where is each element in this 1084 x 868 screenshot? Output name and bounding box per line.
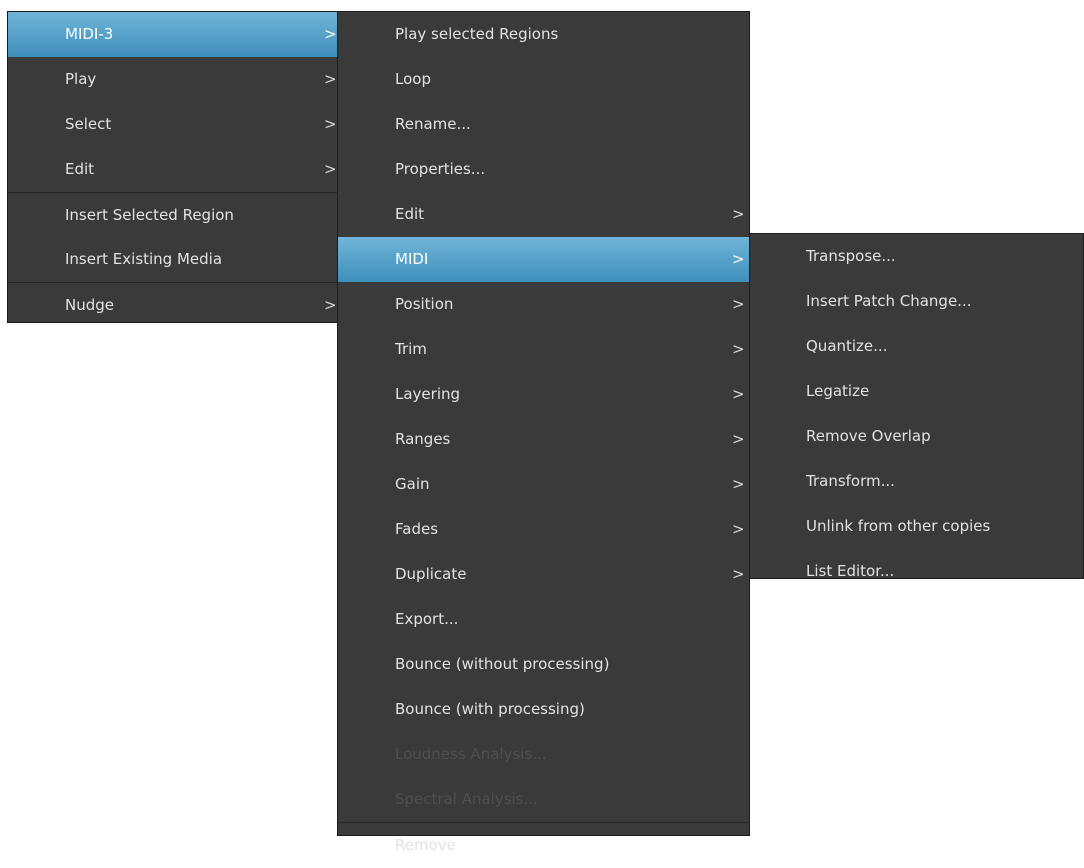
menu-item-label: Trim [395,340,427,358]
menu-item-label: Ranges [395,430,451,448]
menu-item-remove-overlap[interactable]: Remove Overlap [750,414,1083,459]
menu-item-label: Transform... [806,472,895,490]
submenu-arrow-icon: > [324,70,337,88]
menu-item-play-selected-regions[interactable]: Play selected Regions [338,12,749,57]
menu-item-label: Gain [395,475,430,493]
submenu-arrow-icon: > [732,520,745,538]
menu-item-label: Edit [65,160,95,178]
menu-item-fades[interactable]: Fades > [338,507,749,552]
menu-item-properties[interactable]: Properties... [338,147,749,192]
submenu-arrow-icon: > [732,340,745,358]
menu-item-label: Properties... [395,160,486,178]
menu-item-label: Loop [395,70,431,88]
menu-item-list-editor[interactable]: List Editor... [750,549,1083,594]
menu-item-label: Layering [395,385,461,403]
menu-item-label: Spectral Analysis... [395,790,538,808]
menu-item-layering[interactable]: Layering > [338,372,749,417]
menu-item-label: Bounce (with processing) [395,700,585,718]
menu-item-insert-patch-change[interactable]: Insert Patch Change... [750,279,1083,324]
menu-item-label: MIDI [395,250,429,268]
menu-item-trim[interactable]: Trim > [338,327,749,372]
submenu-arrow-icon: > [324,160,337,178]
submenu-arrow-icon: > [732,430,745,448]
menu-item-label: Play selected Regions [395,25,559,43]
submenu-arrow-icon: > [732,295,745,313]
menu-item-unlink-from-other-copies[interactable]: Unlink from other copies [750,504,1083,549]
menu-item-select[interactable]: Select > [8,102,342,147]
submenu-arrow-icon: > [732,565,745,583]
midi-submenu: Transpose... Insert Patch Change... Quan… [749,233,1084,580]
menu-item-label: Play [65,70,97,88]
menu-item-label: Insert Selected Region [65,206,234,224]
menu-item-label: Loudness Analysis... [395,745,547,763]
submenu-arrow-icon: > [732,385,745,403]
menu-item-label: Bounce (without processing) [395,655,610,673]
menu-item-position[interactable]: Position > [338,282,749,327]
menu-item-rename[interactable]: Rename... [338,102,749,147]
menu-item-label: Edit [395,205,425,223]
menu-item-duplicate[interactable]: Duplicate > [338,552,749,597]
menu-item-loudness-analysis: Loudness Analysis... [338,732,749,777]
menu-item-label: Transpose... [806,247,896,265]
menu-item-insert-existing-media[interactable]: Insert Existing Media [8,237,342,282]
menu-item-ranges[interactable]: Ranges > [338,417,749,462]
menu-item-bounce-with-processing[interactable]: Bounce (with processing) [338,687,749,732]
menu-item-label: Quantize... [806,337,888,355]
menu-item-quantize[interactable]: Quantize... [750,324,1083,369]
menu-item-remove[interactable]: Remove [338,822,749,867]
menu-item-label: MIDI-3 [65,25,114,43]
menu-item-label: Export... [395,610,459,628]
menu-item-transform[interactable]: Transform... [750,459,1083,504]
menu-item-nudge[interactable]: Nudge > [8,282,342,327]
submenu-arrow-icon: > [732,250,745,268]
menu-item-label: Remove Overlap [806,427,931,445]
menu-item-label: Nudge [65,296,114,314]
menu-item-label: Position [395,295,454,313]
menu-item-gain[interactable]: Gain > [338,462,749,507]
menu-item-export[interactable]: Export... [338,597,749,642]
menu-item-legatize[interactable]: Legatize [750,369,1083,414]
menu-item-label: Select [65,115,112,133]
submenu-arrow-icon: > [324,296,337,314]
menu-item-label: Insert Patch Change... [806,292,972,310]
menu-item-spectral-analysis: Spectral Analysis... [338,777,749,822]
menu-item-label: Fades [395,520,439,538]
submenu-arrow-icon: > [324,115,337,133]
menu-item-insert-selected-region[interactable]: Insert Selected Region [8,192,342,237]
menu-item-label: Insert Existing Media [65,250,223,268]
context-menu-root: MIDI-3 > Play > Select > Edit > Insert S… [7,11,343,323]
menu-item-edit[interactable]: Edit > [8,147,342,192]
menu-item-midi[interactable]: MIDI > [338,237,749,282]
menu-item-play[interactable]: Play > [8,57,342,102]
menu-item-label: List Editor... [806,562,895,580]
submenu-arrow-icon: > [324,25,337,43]
menu-item-label: Duplicate [395,565,467,583]
menu-item-transpose[interactable]: Transpose... [750,234,1083,279]
menu-item-loop[interactable]: Loop [338,57,749,102]
region-submenu: Play selected Regions Loop Rename... Pro… [337,11,750,854]
menu-item-label: Legatize [806,382,870,400]
menu-item-label: Rename... [395,115,471,133]
menu-item-midi-3[interactable]: MIDI-3 > [8,12,342,57]
menu-item-label: Remove [395,836,456,854]
menu-item-edit[interactable]: Edit > [338,192,749,237]
submenu-arrow-icon: > [732,475,745,493]
menu-item-bounce-without-processing[interactable]: Bounce (without processing) [338,642,749,687]
menu-item-label: Unlink from other copies [806,517,991,535]
submenu-arrow-icon: > [732,205,745,223]
